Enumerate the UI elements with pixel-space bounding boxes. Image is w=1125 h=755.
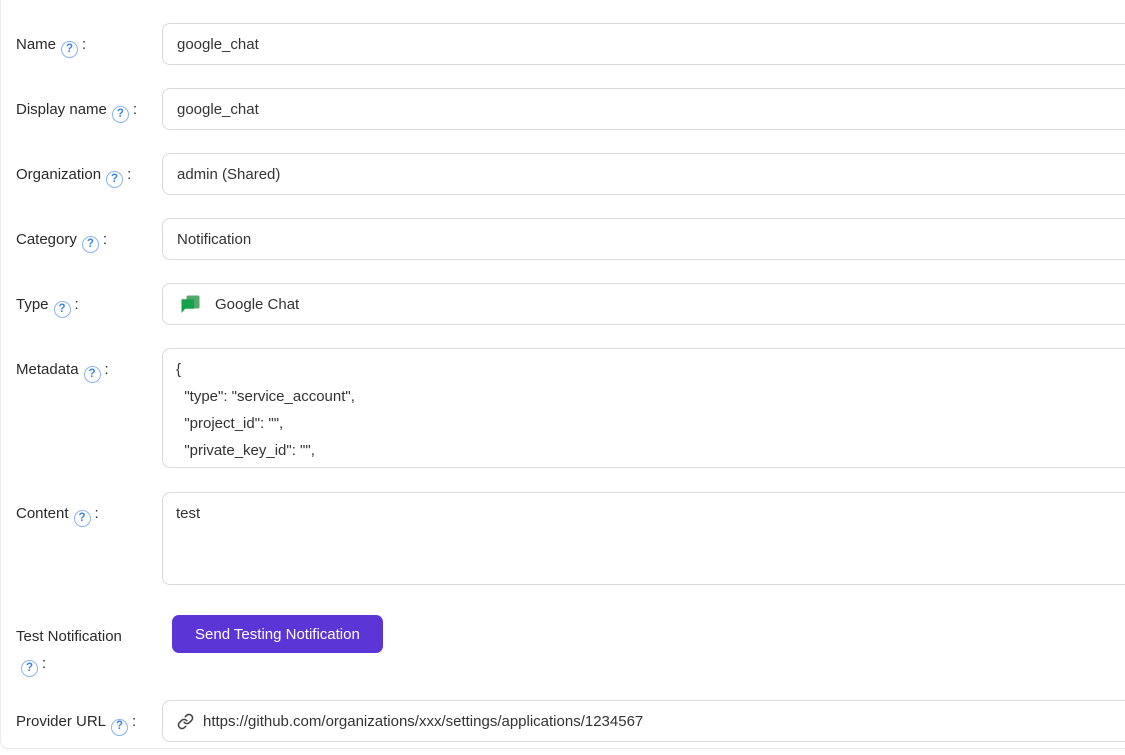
category-row: Category?: <box>15 218 1125 260</box>
type-label-text: Type <box>16 296 49 313</box>
metadata-field-wrap: { "type": "service_account", "project_id… <box>162 348 1125 468</box>
help-icon[interactable]: ? <box>54 301 71 318</box>
send-testing-notification-button[interactable]: Send Testing Notification <box>172 615 383 653</box>
help-icon[interactable]: ? <box>21 660 38 677</box>
label-colon: : <box>42 655 46 672</box>
organization-label: Organization?: <box>15 153 162 188</box>
provider-url-label-text: Provider URL <box>16 713 106 730</box>
content-label: Content?: <box>15 492 162 527</box>
provider-url-value: https://github.com/organizations/xxx/set… <box>203 713 643 730</box>
category-label: Category?: <box>15 218 162 253</box>
label-colon: : <box>105 361 109 378</box>
name-input[interactable] <box>162 23 1125 65</box>
type-row: Type?: Google Chat <box>15 283 1125 325</box>
test-notification-row: Test Notification ?: Send Testing Notifi… <box>15 615 1125 677</box>
category-field-wrap <box>162 218 1125 260</box>
display-name-input[interactable] <box>162 88 1125 130</box>
label-colon: : <box>75 296 79 313</box>
organization-row: Organization?: <box>15 153 1125 195</box>
help-icon[interactable]: ? <box>112 106 129 123</box>
category-label-text: Category <box>16 231 77 248</box>
type-field-wrap: Google Chat <box>162 283 1125 325</box>
google-chat-icon <box>181 295 200 314</box>
help-icon[interactable]: ? <box>84 366 101 383</box>
help-icon-glyph: ? <box>111 174 118 186</box>
name-row: Name?: <box>15 23 1125 65</box>
provider-url-input[interactable]: https://github.com/organizations/xxx/set… <box>162 700 1125 742</box>
help-icon-glyph: ? <box>117 109 124 121</box>
help-icon-glyph: ? <box>66 44 73 56</box>
type-select-value: Google Chat <box>215 296 299 313</box>
test-notification-label: Test Notification ?: <box>15 615 162 677</box>
help-icon[interactable]: ? <box>106 171 123 188</box>
help-icon-glyph: ? <box>89 369 96 381</box>
category-input[interactable] <box>162 218 1125 260</box>
help-icon[interactable]: ? <box>74 510 91 527</box>
content-textarea[interactable]: test <box>162 492 1125 585</box>
label-colon: : <box>132 713 136 730</box>
content-field-wrap: test <box>162 492 1125 585</box>
label-colon: : <box>103 231 107 248</box>
metadata-label: Metadata?: <box>15 348 162 383</box>
organization-input[interactable] <box>162 153 1125 195</box>
help-icon-glyph: ? <box>26 663 33 675</box>
name-field-wrap <box>162 23 1125 65</box>
organization-label-text: Organization <box>16 166 101 183</box>
metadata-row: Metadata?: { "type": "service_account", … <box>15 348 1125 468</box>
label-colon: : <box>82 36 86 53</box>
provider-url-label: Provider URL?: <box>15 700 162 735</box>
label-colon: : <box>127 166 131 183</box>
label-colon: : <box>95 505 99 522</box>
help-icon-glyph: ? <box>116 721 123 733</box>
display-name-label: Display name?: <box>15 88 162 123</box>
help-icon[interactable]: ? <box>61 41 78 58</box>
display-name-field-wrap <box>162 88 1125 130</box>
help-icon[interactable]: ? <box>111 719 128 736</box>
name-label-text: Name <box>16 36 56 53</box>
metadata-textarea[interactable]: { "type": "service_account", "project_id… <box>162 348 1125 468</box>
provider-url-row: Provider URL?: https://github.com/organi… <box>15 700 1125 742</box>
help-icon-glyph: ? <box>79 513 86 525</box>
type-label: Type?: <box>15 283 162 318</box>
metadata-label-text: Metadata <box>16 361 79 378</box>
name-label: Name?: <box>15 23 162 58</box>
organization-field-wrap <box>162 153 1125 195</box>
display-name-row: Display name?: <box>15 88 1125 130</box>
link-icon <box>177 713 194 730</box>
content-row: Content?: test <box>15 492 1125 585</box>
display-name-label-text: Display name <box>16 101 107 118</box>
provider-url-field-wrap: https://github.com/organizations/xxx/set… <box>162 700 1125 742</box>
help-icon[interactable]: ? <box>82 236 99 253</box>
help-icon-glyph: ? <box>59 304 66 316</box>
test-notification-field-wrap: Send Testing Notification <box>162 615 1125 653</box>
type-select[interactable]: Google Chat <box>162 283 1125 325</box>
label-colon: : <box>133 101 137 118</box>
form-panel: Name?: Display name?: Organization?: Cat… <box>0 0 1125 749</box>
help-icon-glyph: ? <box>87 239 94 251</box>
test-notification-label-text: Test Notification <box>16 628 122 645</box>
content-label-text: Content <box>16 505 69 522</box>
